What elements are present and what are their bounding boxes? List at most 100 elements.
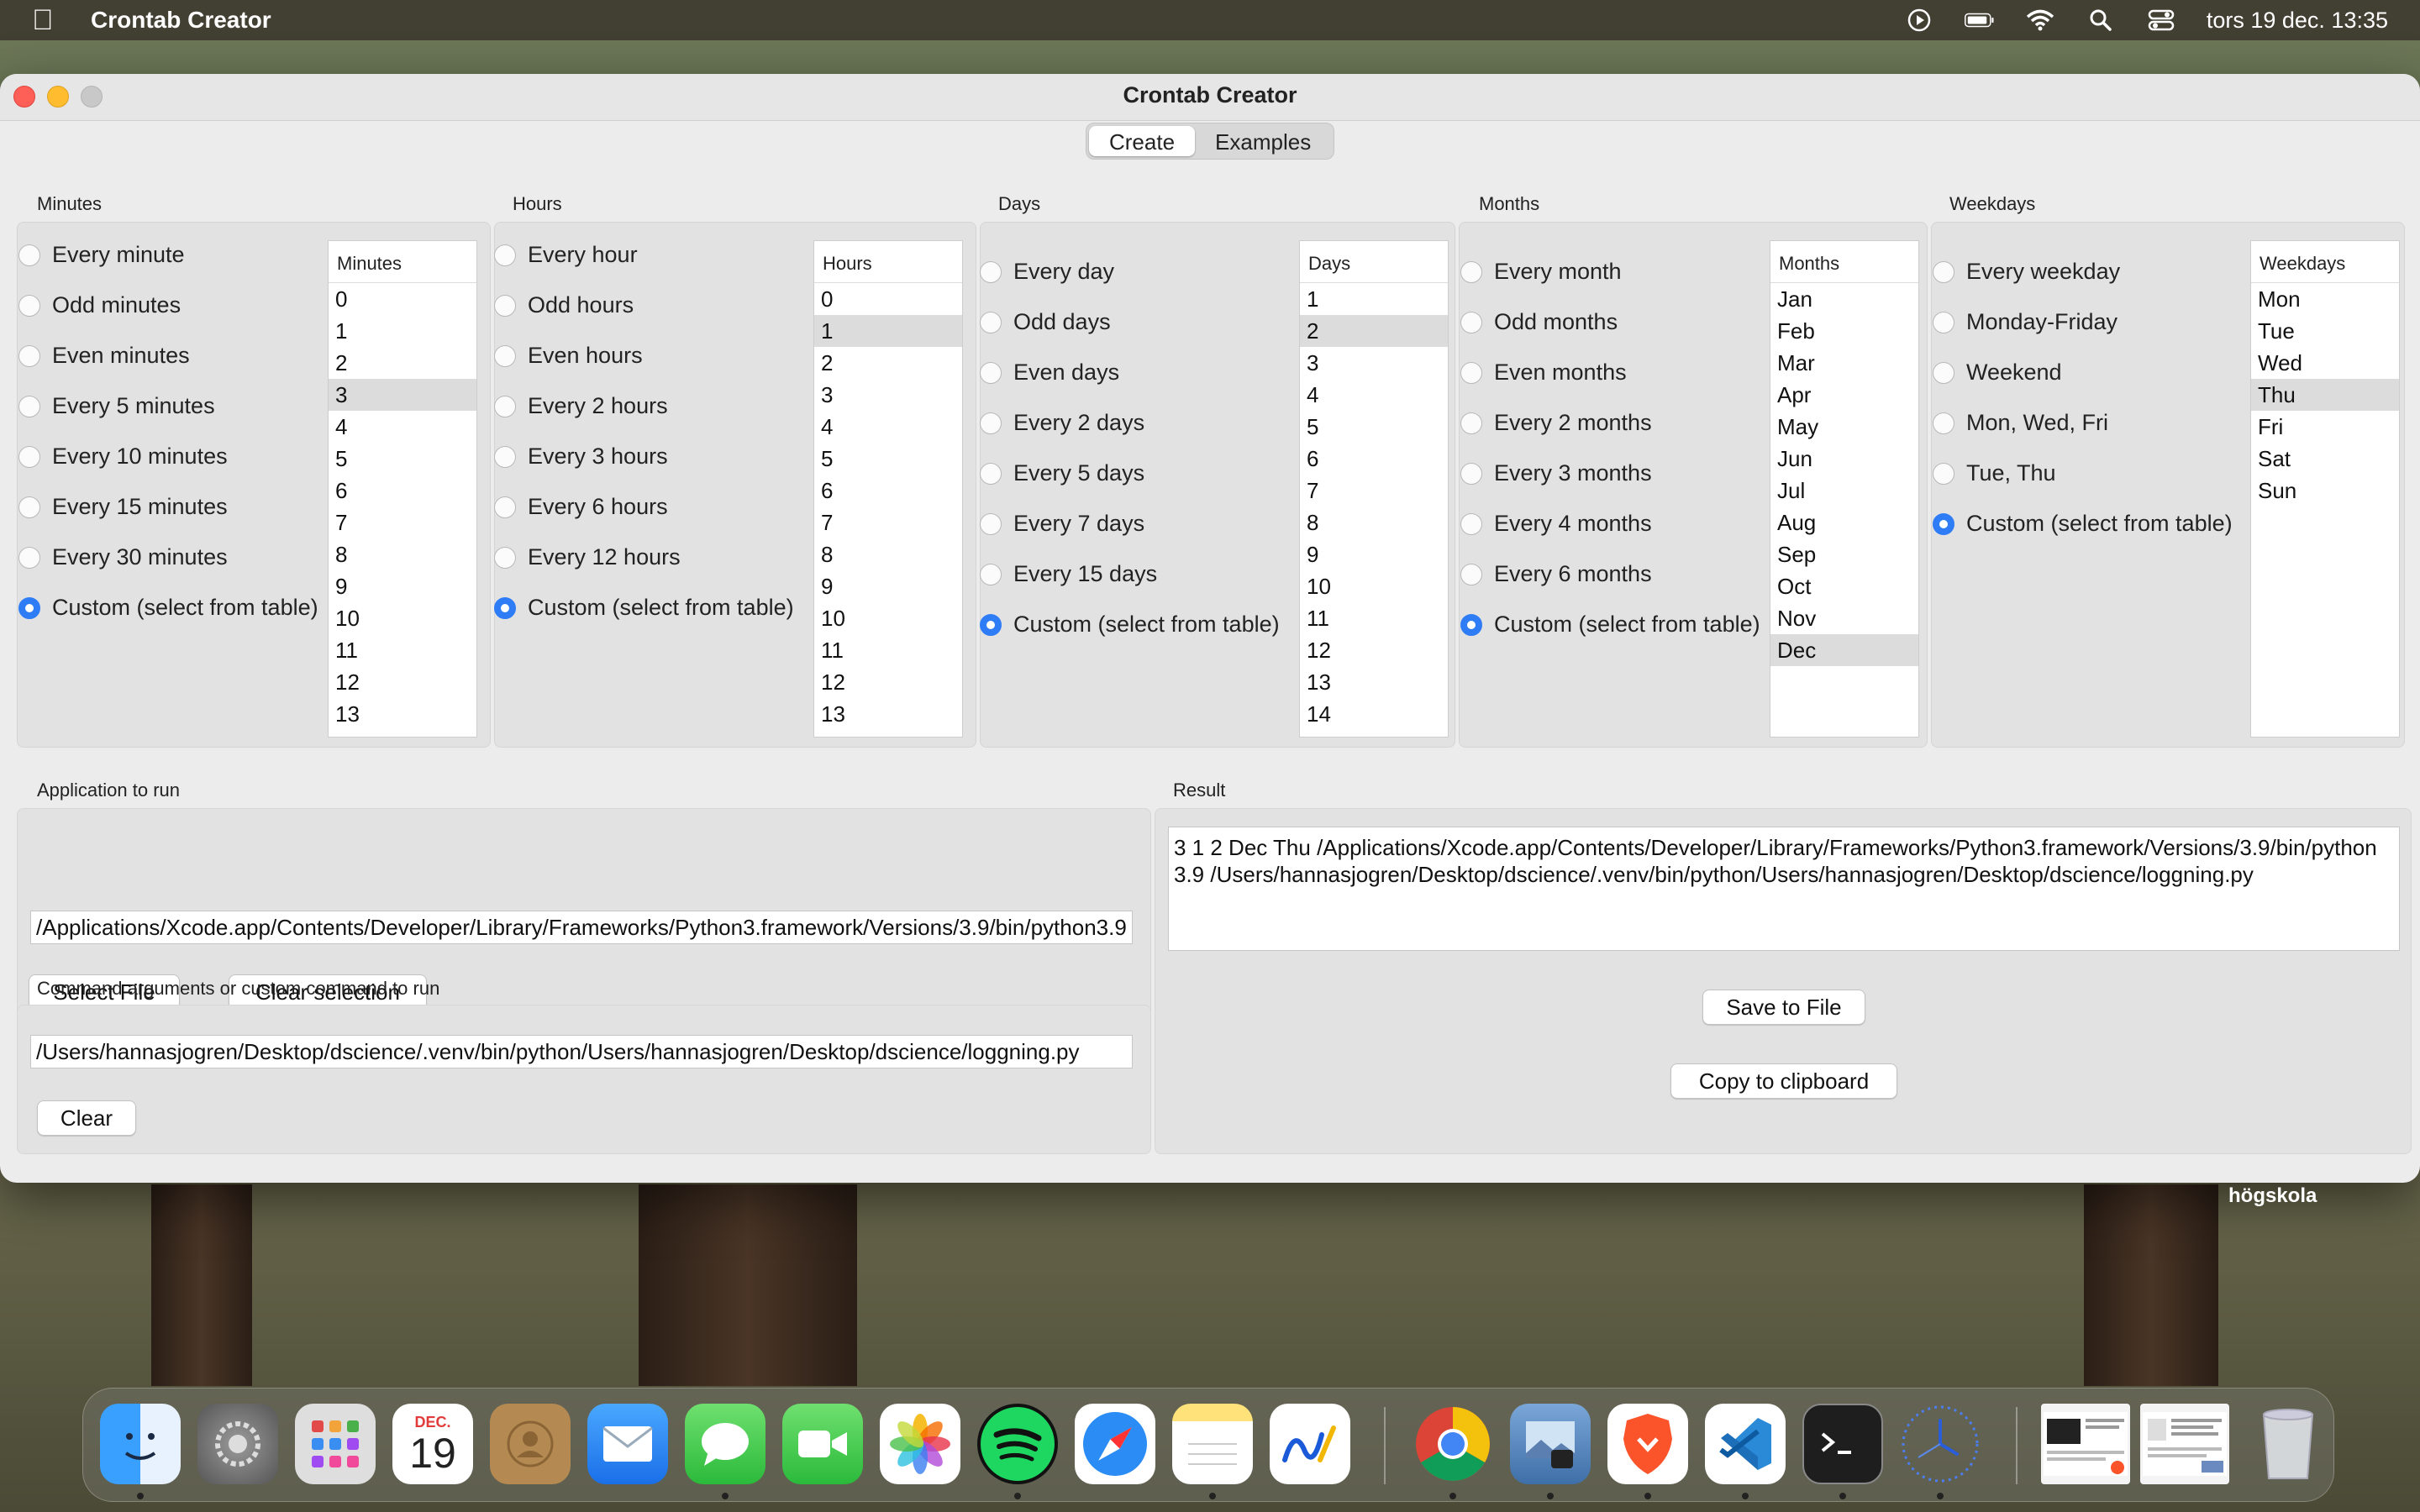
hours-table-row[interactable]: 11 (814, 634, 962, 666)
radio-button-icon[interactable] (18, 294, 40, 317)
days-table-row[interactable]: 13 (1300, 666, 1448, 698)
contacts-icon[interactable] (490, 1404, 571, 1484)
hours-option[interactable]: Odd hours (494, 292, 634, 318)
months-option[interactable]: Even months (1460, 360, 1627, 386)
radio-button-icon[interactable] (494, 244, 516, 266)
radio-button-icon[interactable] (1460, 311, 1482, 333)
radio-button-icon[interactable] (980, 563, 1002, 585)
weekdays-table-header[interactable]: Weekdays (2251, 241, 2399, 283)
hours-table-row[interactable]: 0 (814, 283, 962, 315)
minutes-table-row[interactable]: 11 (329, 634, 476, 666)
minutes-table-row[interactable]: 1 (329, 315, 476, 347)
hours-option[interactable]: Every hour (494, 242, 638, 268)
weekdays-table-row[interactable]: Sun (2251, 475, 2399, 507)
radio-button-icon[interactable] (18, 344, 40, 367)
days-table-row[interactable]: 6 (1300, 443, 1448, 475)
months-table-row[interactable]: Feb (1770, 315, 1918, 347)
weekdays-option[interactable]: Monday-Friday (1933, 309, 2118, 335)
months-table-row[interactable]: Sep (1770, 538, 1918, 570)
radio-button-icon[interactable] (18, 546, 40, 569)
radio-button-icon[interactable] (980, 412, 1002, 434)
terminal-icon[interactable] (1802, 1404, 1883, 1484)
hours-option[interactable]: Every 6 hours (494, 494, 668, 520)
hours-table-row[interactable]: 6 (814, 475, 962, 507)
months-table-row[interactable]: Mar (1770, 347, 1918, 379)
minutes-table-header[interactable]: Minutes (329, 241, 476, 283)
radio-button-icon[interactable] (1460, 563, 1482, 585)
months-option[interactable]: Every 3 months (1460, 460, 1652, 486)
radio-button-icon[interactable] (980, 260, 1002, 283)
hours-table-row[interactable]: 10 (814, 602, 962, 634)
days-table[interactable]: Days 1 2 3 4 5 6 7 8 9 10 11 12 13 14 (1299, 240, 1449, 738)
weekdays-table-row[interactable]: Fri (2251, 411, 2399, 443)
notes-icon[interactable] (1172, 1404, 1253, 1484)
hours-table-row[interactable]: 9 (814, 570, 962, 602)
clock-icon[interactable] (1900, 1404, 1981, 1484)
hours-option[interactable]: Every 12 hours (494, 544, 681, 570)
minutes-option[interactable]: Every 10 minutes (18, 444, 228, 470)
weekdays-option[interactable]: Custom (select from table) (1933, 511, 2233, 537)
radio-button-icon[interactable] (494, 445, 516, 468)
radio-button-icon[interactable] (494, 546, 516, 569)
months-option[interactable]: Odd months (1460, 309, 1618, 335)
radio-button-icon[interactable] (18, 244, 40, 266)
radio-button-icon[interactable] (1460, 512, 1482, 535)
minutes-table-row[interactable]: 6 (329, 475, 476, 507)
menu-app-name[interactable]: Crontab Creator (91, 7, 271, 34)
days-table-row[interactable]: 10 (1300, 570, 1448, 602)
radio-button-icon[interactable] (980, 512, 1002, 535)
radio-button-icon[interactable] (1933, 311, 1954, 333)
months-table[interactable]: Months Jan Feb Mar Apr May Jun Jul Aug Sep Oct Nov… (1770, 240, 1919, 738)
photos-icon[interactable] (880, 1404, 960, 1484)
days-table-row[interactable]: 5 (1300, 411, 1448, 443)
radio-button-icon[interactable] (18, 496, 40, 518)
days-table-row[interactable]: 4 (1300, 379, 1448, 411)
days-table-row[interactable]: 12 (1300, 634, 1448, 666)
hours-table-row[interactable]: 13 (814, 698, 962, 730)
minutes-option[interactable]: Every 15 minutes (18, 494, 228, 520)
minutes-table-row[interactable]: 8 (329, 538, 476, 570)
weekdays-option[interactable]: Tue, Thu (1933, 460, 2056, 486)
radio-button-icon[interactable] (494, 496, 516, 518)
months-table-row[interactable]: Oct (1770, 570, 1918, 602)
hours-table[interactable]: Hours 0 1 2 3 4 5 6 7 8 9 10 11 12 13 (813, 240, 963, 738)
months-table-row[interactable]: Jun (1770, 443, 1918, 475)
days-table-row[interactable]: 1 (1300, 283, 1448, 315)
days-table-row[interactable]: 2 (1300, 315, 1448, 347)
months-table-row[interactable]: May (1770, 411, 1918, 443)
radio-button-icon[interactable] (494, 344, 516, 367)
days-option[interactable]: Every 5 days (980, 460, 1144, 486)
minutes-table-row[interactable]: 12 (329, 666, 476, 698)
minutes-option[interactable]: Every minute (18, 242, 185, 268)
minutes-table-row[interactable]: 10 (329, 602, 476, 634)
system-settings-icon[interactable] (197, 1404, 278, 1484)
days-option[interactable]: Every 7 days (980, 511, 1144, 537)
launchpad-icon[interactable] (295, 1404, 376, 1484)
hours-table-header[interactable]: Hours (814, 241, 962, 283)
hours-table-row[interactable]: 5 (814, 443, 962, 475)
radio-button-icon[interactable] (1933, 512, 1954, 535)
days-option[interactable]: Every 2 days (980, 410, 1144, 436)
menu-clock[interactable]: tors 19 dec. 13:35 (2207, 8, 2388, 34)
calendar-icon[interactable]: DEC. 19 (392, 1404, 473, 1484)
minutes-option[interactable]: Custom (select from table) (18, 595, 318, 621)
minutes-option[interactable]: Every 30 minutes (18, 544, 228, 570)
control-center-icon[interactable] (2146, 8, 2176, 33)
minutes-table-row[interactable]: 9 (329, 570, 476, 602)
weekdays-table-row[interactable]: Tue (2251, 315, 2399, 347)
days-table-row[interactable]: 11 (1300, 602, 1448, 634)
radio-button-icon[interactable] (980, 361, 1002, 384)
messages-icon[interactable] (685, 1404, 765, 1484)
radio-button-icon[interactable] (1933, 361, 1954, 384)
weekdays-option[interactable]: Every weekday (1933, 259, 2120, 285)
days-table-row[interactable]: 8 (1300, 507, 1448, 538)
minutes-option[interactable]: Odd minutes (18, 292, 181, 318)
finder-icon[interactable] (100, 1404, 181, 1484)
minutes-option[interactable]: Even minutes (18, 343, 190, 369)
hours-option[interactable]: Custom (select from table) (494, 595, 794, 621)
radio-button-icon[interactable] (494, 294, 516, 317)
months-table-row[interactable]: Jul (1770, 475, 1918, 507)
hours-option[interactable]: Even hours (494, 343, 643, 369)
radio-button-icon[interactable] (980, 462, 1002, 485)
weekdays-option[interactable]: Weekend (1933, 360, 2062, 386)
